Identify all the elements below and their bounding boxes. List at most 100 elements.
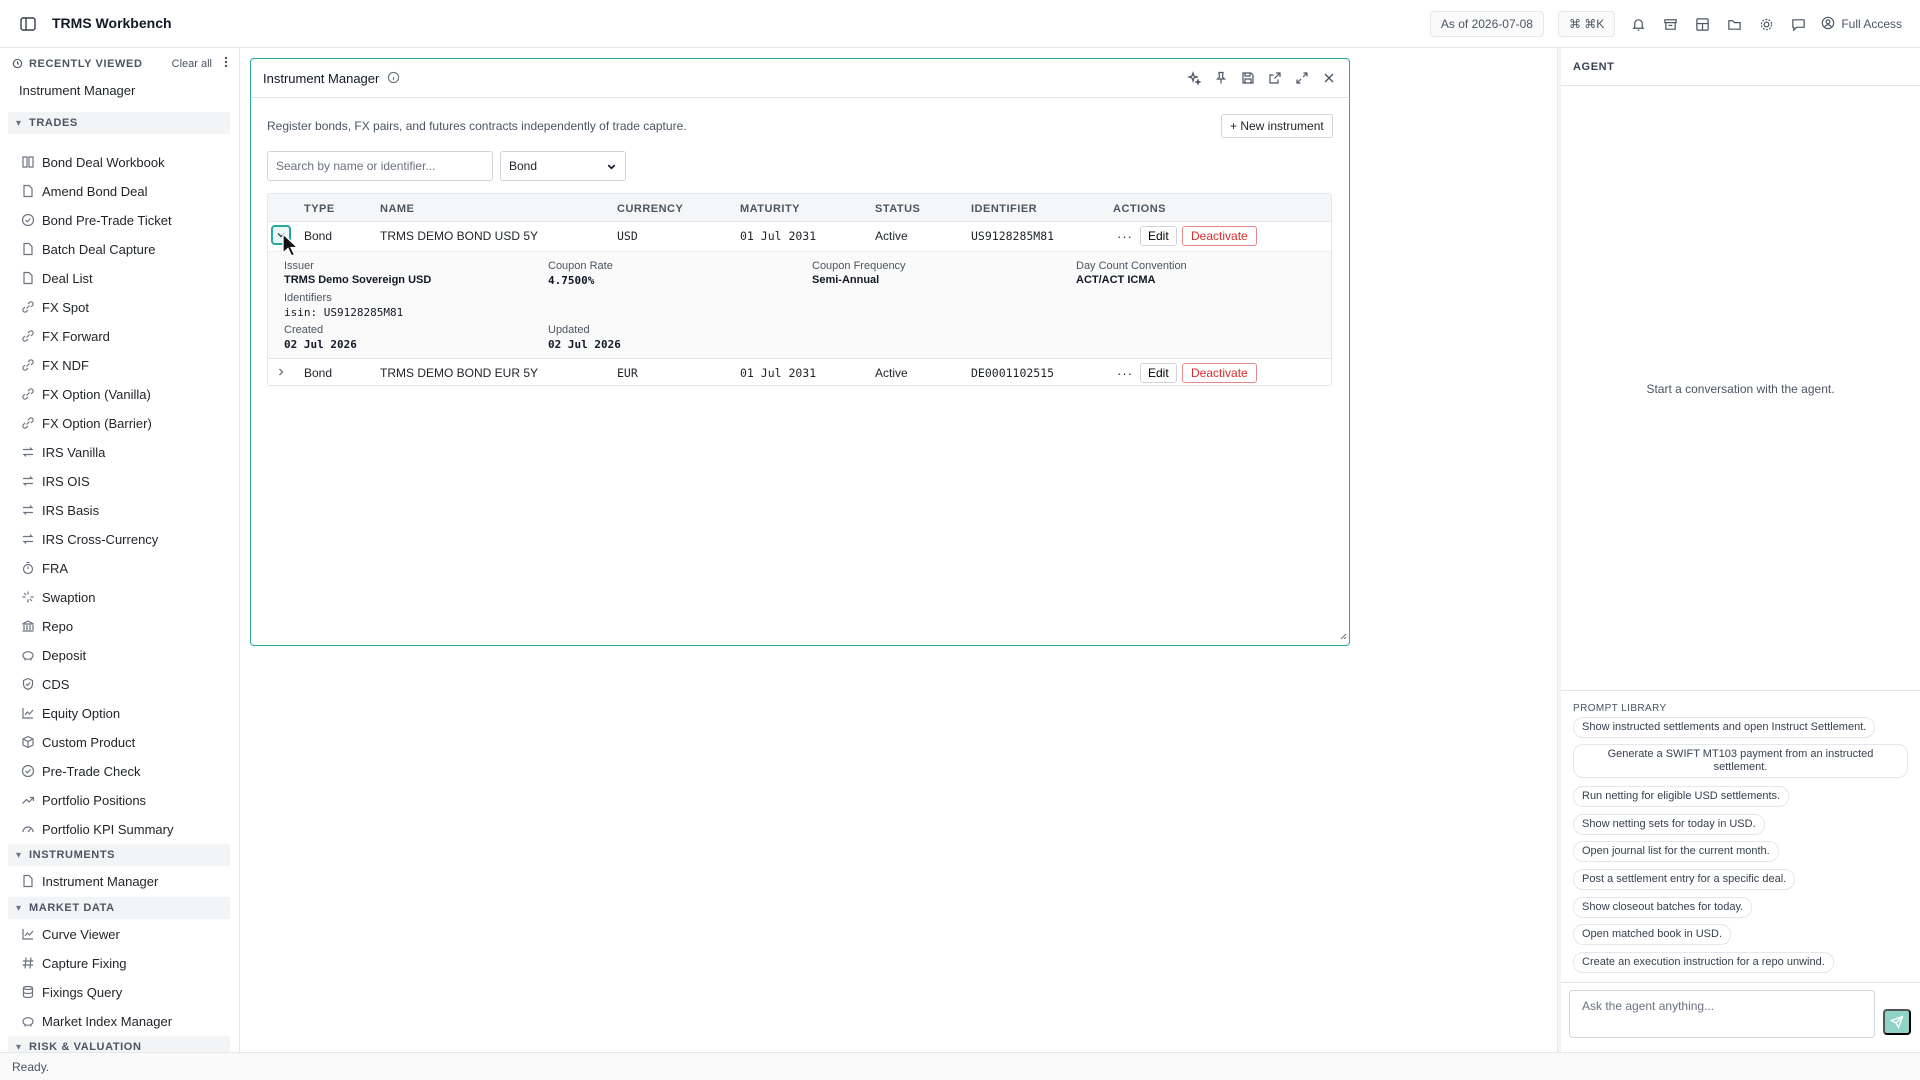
- column-header-status[interactable]: STATUS: [875, 203, 920, 215]
- send-button[interactable]: [1883, 1009, 1911, 1035]
- expand-row-button[interactable]: [271, 225, 291, 245]
- save-icon[interactable]: [1240, 70, 1256, 86]
- as-of-date-button[interactable]: As of 2026-07-08: [1429, 11, 1544, 37]
- sidebar-item-irs-cross-currency[interactable]: IRS Cross-Currency: [20, 529, 158, 549]
- type-filter-select[interactable]: Bond: [500, 151, 626, 181]
- row-more-button[interactable]: ···: [1117, 366, 1133, 381]
- more-vertical-icon[interactable]: [224, 56, 228, 71]
- column-header-currency[interactable]: CURRENCY: [617, 203, 683, 215]
- sidebar-item-fx-forward[interactable]: FX Forward: [20, 326, 110, 346]
- sidebar-item-batch-deal-capture[interactable]: Batch Deal Capture: [20, 239, 155, 259]
- info-icon[interactable]: [387, 71, 400, 84]
- sidebar-item-equity-option[interactable]: Equity Option: [20, 703, 120, 723]
- sidebar-item-amend-bond-deal[interactable]: Amend Bond Deal: [20, 181, 148, 201]
- new-instrument-button[interactable]: + New instrument: [1221, 114, 1333, 138]
- expand-row-button[interactable]: [271, 362, 291, 382]
- sidebar-item-fra[interactable]: FRA: [20, 558, 68, 578]
- chevron-down-icon: [277, 233, 285, 238]
- prompt-chip[interactable]: Post a settlement entry for a specific d…: [1573, 869, 1796, 890]
- close-icon[interactable]: [1321, 70, 1337, 86]
- agent-message-input[interactable]: [1569, 990, 1875, 1038]
- prompt-chip[interactable]: Create an execution instruction for a re…: [1573, 952, 1834, 973]
- column-header-name[interactable]: NAME: [380, 203, 414, 215]
- sidebar-item-irs-basis[interactable]: IRS Basis: [20, 500, 99, 520]
- sidebar-item-pre-trade-check[interactable]: Pre-Trade Check: [20, 761, 141, 781]
- sidebar-item-swaption[interactable]: Swaption: [20, 587, 95, 607]
- deactivate-button[interactable]: Deactivate: [1182, 226, 1257, 246]
- detail-identifiers-value: isin: US9128285M81: [284, 306, 404, 319]
- column-header-maturity[interactable]: MATURITY: [740, 203, 800, 215]
- section-instruments[interactable]: ▾ INSTRUMENTS: [8, 844, 230, 866]
- nav-label: CDS: [42, 676, 70, 692]
- sidebar-item-cds[interactable]: CDS: [20, 674, 69, 694]
- sidebar-item-irs-ois[interactable]: IRS OIS: [20, 471, 90, 491]
- chat-icon[interactable]: [1789, 15, 1807, 33]
- prompt-chip[interactable]: Show netting sets for today in USD.: [1573, 814, 1765, 835]
- resize-handle-icon[interactable]: [1339, 628, 1347, 643]
- prompt-chip[interactable]: Show instructed settlements and open Ins…: [1573, 717, 1876, 738]
- sidebar-item-fx-spot[interactable]: FX Spot: [20, 297, 89, 317]
- file-list-icon: [20, 271, 35, 286]
- full-access-indicator[interactable]: Full Access: [1821, 16, 1902, 33]
- row-more-button[interactable]: ···: [1117, 229, 1133, 244]
- pin-icon[interactable]: [1213, 70, 1229, 86]
- prompt-chip[interactable]: Run netting for eligible USD settlements…: [1573, 786, 1790, 807]
- maximize-icon[interactable]: [1294, 70, 1310, 86]
- prompt-chip[interactable]: Show closeout batches for today.: [1573, 897, 1753, 918]
- full-access-label: Full Access: [1841, 17, 1902, 31]
- nav-label: Curve Viewer: [42, 926, 120, 942]
- check-circle-icon: [20, 764, 35, 779]
- table-row[interactable]: Bond TRMS DEMO BOND EUR 5Y EUR 01 Jul 20…: [268, 359, 1331, 387]
- sparkles-icon[interactable]: [1186, 70, 1202, 86]
- sidebar-item-capture-fixing[interactable]: Capture Fixing: [20, 953, 127, 973]
- app-title: TRMS Workbench: [52, 15, 172, 31]
- prompt-chip[interactable]: Open matched book in USD.: [1573, 924, 1732, 945]
- section-trades[interactable]: ▾ TRADES: [8, 112, 230, 134]
- layout-icon[interactable]: [1693, 15, 1711, 33]
- command-palette-button[interactable]: ⌘ ⌘K: [1557, 11, 1616, 37]
- deactivate-button[interactable]: Deactivate: [1182, 363, 1257, 383]
- prompt-chip[interactable]: Open journal list for the current month.: [1573, 841, 1779, 862]
- sidebar-item-portfolio-positions[interactable]: Portfolio Positions: [20, 790, 146, 810]
- prompt-chip[interactable]: Generate a SWIFT MT103 payment from an i…: [1573, 744, 1908, 778]
- cell-name: TRMS DEMO BOND USD 5Y: [380, 229, 539, 243]
- section-risk-valuation[interactable]: ▾ RISK & VALUATION: [8, 1036, 230, 1052]
- recent-item-instrument-manager[interactable]: Instrument Manager: [19, 83, 135, 98]
- cell-identifier: US9128285M81: [971, 229, 1055, 243]
- external-link-icon[interactable]: [1267, 70, 1283, 86]
- sidebar-item-repo[interactable]: Repo: [20, 616, 73, 636]
- edit-button[interactable]: Edit: [1140, 363, 1177, 383]
- sidebar-item-fixings-query[interactable]: Fixings Query: [20, 982, 122, 1002]
- row-detail: Issuer TRMS Demo Sovereign USD Coupon Ra…: [268, 251, 1331, 359]
- cell-identifier: DE0001102515: [971, 366, 1055, 380]
- cell-status: Active: [875, 229, 908, 243]
- gear-icon[interactable]: [1757, 15, 1775, 33]
- sidebar-item-deposit[interactable]: Deposit: [20, 645, 86, 665]
- nav-label: Instrument Manager: [42, 873, 159, 889]
- sidebar-item-instrument-manager[interactable]: Instrument Manager: [20, 871, 158, 891]
- sidebar-item-fx-option-barrier[interactable]: FX Option (Barrier): [20, 413, 152, 433]
- edit-button[interactable]: Edit: [1140, 226, 1177, 246]
- table-row[interactable]: Bond TRMS DEMO BOND USD 5Y USD 01 Jul 20…: [268, 222, 1331, 250]
- search-input[interactable]: [267, 151, 493, 181]
- clear-all-button[interactable]: Clear all: [172, 58, 212, 70]
- bell-icon[interactable]: [1629, 15, 1647, 33]
- sidebar-item-market-index-manager[interactable]: Market Index Manager: [20, 1011, 172, 1031]
- detail-updated-label: Updated: [548, 324, 590, 336]
- sidebar-item-bond-pre-trade-ticket[interactable]: Bond Pre-Trade Ticket: [20, 210, 172, 230]
- archive-icon[interactable]: [1661, 15, 1679, 33]
- folder-icon[interactable]: [1725, 15, 1743, 33]
- nav-label: Repo: [42, 618, 74, 634]
- sidebar-item-bond-deal-workbook[interactable]: Bond Deal Workbook: [20, 152, 165, 172]
- column-header-type[interactable]: TYPE: [304, 203, 335, 215]
- sidebar-item-fx-ndf[interactable]: FX NDF: [20, 355, 89, 375]
- sidebar-item-custom-product[interactable]: Custom Product: [20, 732, 135, 752]
- sidebar-item-curve-viewer[interactable]: Curve Viewer: [20, 924, 120, 944]
- column-header-identifier[interactable]: IDENTIFIER: [971, 203, 1037, 215]
- sidebar-item-fx-option-vanilla[interactable]: FX Option (Vanilla): [20, 384, 151, 404]
- sidebar-item-portfolio-kpi-summary[interactable]: Portfolio KPI Summary: [20, 819, 174, 839]
- sidebar-item-deal-list[interactable]: Deal List: [20, 268, 93, 288]
- sidebar-item-irs-vanilla[interactable]: IRS Vanilla: [20, 442, 105, 462]
- section-market-data[interactable]: ▾ MARKET DATA: [8, 897, 230, 919]
- sidebar-toggle-icon[interactable]: [19, 15, 37, 33]
